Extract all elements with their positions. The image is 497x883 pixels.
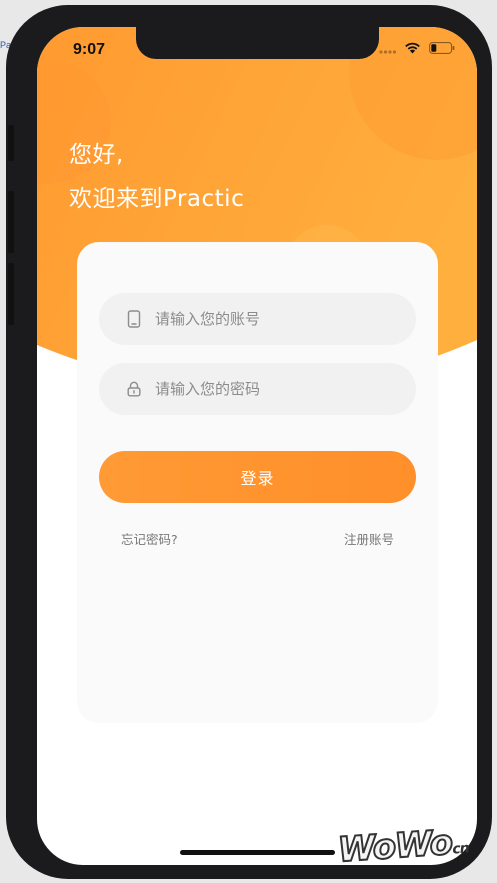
volume-down-button [8,263,14,325]
greeting-text: 您好, [69,142,124,168]
register-link[interactable]: 注册账号 [344,529,394,548]
login-button[interactable]: 登录 [99,451,416,503]
app-screen: 9:07 您好, 欢迎来到Practic 请输入您的账号 登录 忘记密码? 注册… [37,27,477,865]
status-time: 9:07 [73,41,106,58]
lock-icon [125,380,143,398]
password-field[interactable] [99,363,416,415]
wifi-icon [405,42,420,54]
phone-icon [125,310,143,328]
login-card: 登录 忘记密码? 注册账号 [77,242,438,723]
battery-icon [429,42,455,54]
phone-frame: 9:07 您好, 欢迎来到Practic 请输入您的账号 登录 忘记密码? 注册… [6,5,492,879]
forgot-password-link[interactable]: 忘记密码? [121,529,178,548]
watermark-suffix: cn [451,840,470,858]
account-input[interactable] [153,309,393,329]
volume-up-button [8,191,14,253]
account-field[interactable] [99,293,416,345]
device-notch [136,27,379,59]
mute-switch [8,125,14,161]
signal-icon [379,49,396,54]
watermark-text: WoWo [336,822,455,872]
welcome-text: 欢迎来到Practic [69,186,245,212]
status-icons [379,42,455,54]
password-input[interactable] [153,379,393,399]
home-indicator[interactable] [180,850,335,855]
